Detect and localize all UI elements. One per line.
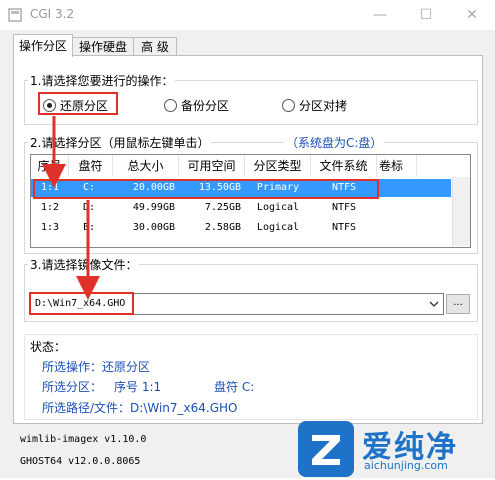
logo-site: aichunjing.com bbox=[364, 459, 448, 472]
tab-partition-ops[interactable]: 操作分区 bbox=[13, 34, 73, 57]
annotation-arrows bbox=[42, 116, 100, 300]
logo-icon bbox=[298, 421, 354, 477]
